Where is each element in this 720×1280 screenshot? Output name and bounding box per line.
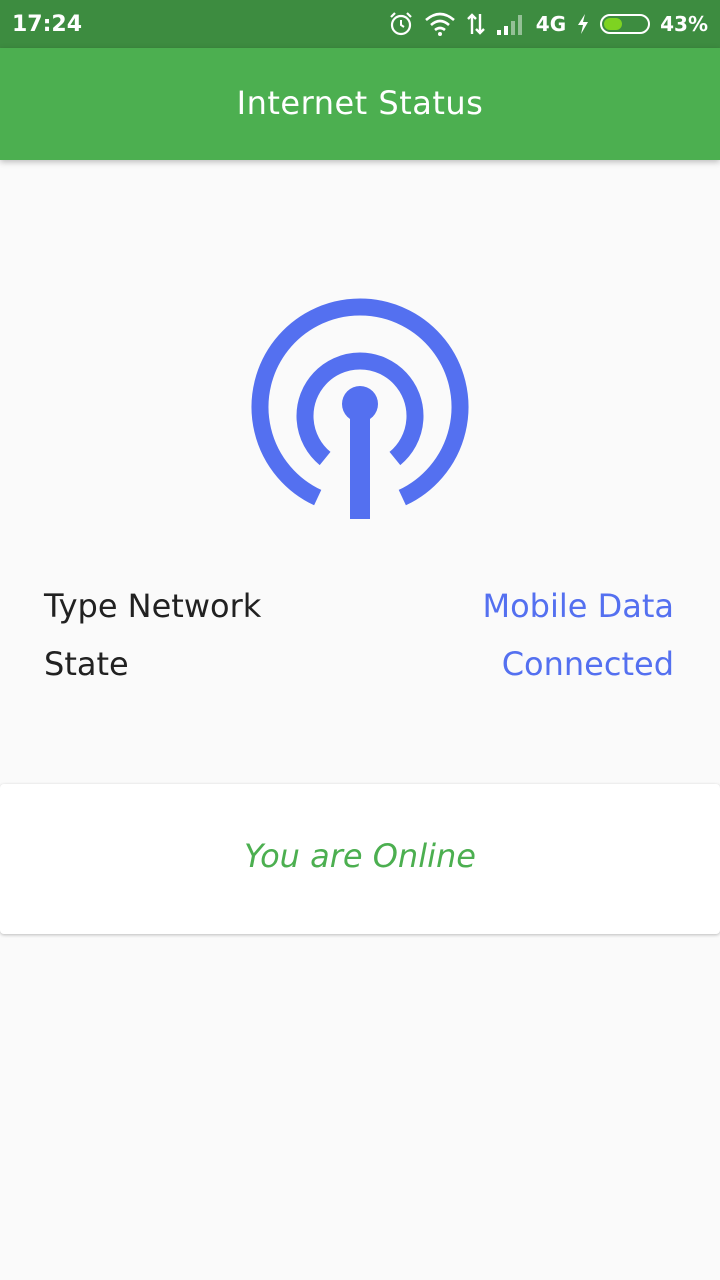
alarm-icon — [388, 11, 414, 37]
data-transfer-icon — [466, 12, 486, 36]
network-type-label: 4G — [535, 12, 567, 36]
status-bar: 17:24 4G 43% — [0, 0, 720, 48]
info-row-type-network: Type Network Mobile Data — [44, 581, 674, 631]
battery-icon — [600, 14, 651, 34]
info-row-state: State Connected — [44, 639, 674, 689]
charging-icon — [576, 13, 590, 35]
battery-level — [604, 18, 623, 30]
status-time: 17:24 — [12, 12, 83, 37]
type-network-value: Mobile Data — [482, 587, 674, 625]
online-status-message: You are Online — [244, 837, 476, 875]
online-status-card: You are Online — [0, 784, 720, 934]
broadcast-signal-icon — [245, 292, 475, 522]
app-bar: Internet Status — [0, 48, 720, 160]
battery-percent: 43% — [660, 12, 708, 36]
state-value: Connected — [501, 645, 674, 683]
type-network-label: Type Network — [44, 587, 262, 625]
status-icons: 4G 43% — [388, 8, 708, 40]
state-label: State — [44, 645, 129, 683]
wifi-icon — [424, 11, 456, 37]
page-title: Internet Status — [236, 84, 484, 122]
signal-icon — [496, 12, 526, 36]
